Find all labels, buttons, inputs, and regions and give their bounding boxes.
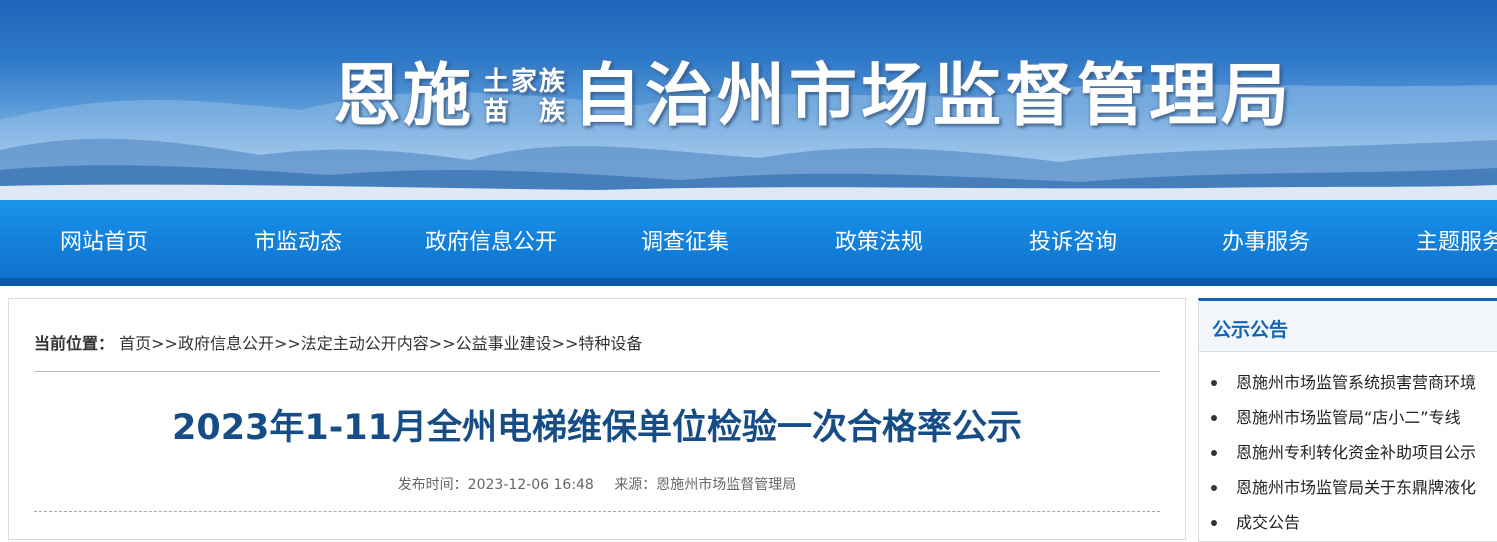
publish-time: 发布时间：2023-12-06 16:48: [397, 477, 594, 493]
breadcrumb-separator: >>: [273, 334, 301, 353]
notice-panel-title[interactable]: 公示公告: [1212, 315, 1288, 342]
site-title: 恩施 土家族 苗 族 自治州市场监督管理局: [333, 52, 1293, 142]
site-title-part2: 自治州市场监督管理局: [573, 57, 1294, 136]
header-banner: 恩施 土家族 苗 族 自治州市场监督管理局: [0, 0, 1497, 200]
breadcrumb-label: 当前位置：: [34, 334, 115, 353]
nav-item-home[interactable]: 网站首页: [60, 228, 148, 258]
nav-item-complaint[interactable]: 投诉咨询: [1029, 228, 1117, 258]
bullet-icon: [1211, 415, 1217, 421]
nav-item-gov-info[interactable]: 政府信息公开: [425, 228, 557, 258]
nav-item-services[interactable]: 办事服务: [1222, 228, 1310, 258]
article-source: 来源：恩施州市场监督管理局: [614, 477, 797, 493]
notice-panel: 公示公告 恩施州市场监管系统损害营商环境 恩施州市场监管局“店小二”专线 恩施州…: [1198, 298, 1497, 542]
bullet-icon: [1211, 450, 1217, 456]
notice-list-item[interactable]: 恩施州市场监管局“店小二”专线: [1199, 400, 1476, 435]
breadcrumb: 当前位置： 首页>>政府信息公开>>法定主动公开内容>>公益事业建设>>特种设备: [34, 330, 642, 354]
breadcrumb-separator: >>: [151, 334, 178, 353]
notice-item-text: 恩施州市场监管局关于东鼎牌液化: [1236, 478, 1477, 497]
main-nav: 网站首页 市监动态 政府信息公开 调查征集 政策法规 投诉咨询 办事服务 主题服…: [0, 200, 1497, 286]
notice-list: 恩施州市场监管系统损害营商环境 恩施州市场监管局“店小二”专线 恩施州专利转化资…: [1199, 365, 1476, 540]
bullet-icon: [1211, 380, 1217, 386]
breadcrumb-gov-info[interactable]: 政府信息公开: [178, 334, 274, 353]
site-title-ethnic-label: 土家族 苗 族: [483, 67, 567, 127]
meta-divider: [34, 511, 1160, 512]
breadcrumb-special-equipment[interactable]: 特种设备: [578, 334, 642, 353]
breadcrumb-statutory[interactable]: 法定主动公开内容: [301, 334, 429, 353]
notice-item-text: 成交公告: [1236, 513, 1301, 532]
article-title: 2023年1-11月全州电梯维保单位检验一次合格率公示: [172, 408, 1022, 448]
site-title-small-line2-b: 族: [539, 97, 568, 127]
notice-list-item[interactable]: 恩施州市场监管局关于东鼎牌液化: [1199, 470, 1476, 505]
article-meta: 发布时间：2023-12-06 16:48 来源：恩施州市场监督管理局: [9, 474, 1185, 494]
breadcrumb-divider: [34, 371, 1160, 372]
notice-list-item[interactable]: 成交公告: [1199, 505, 1476, 540]
notice-list-item[interactable]: 恩施州专利转化资金补助项目公示: [1199, 435, 1476, 470]
breadcrumb-public-welfare[interactable]: 公益事业建设: [456, 334, 552, 353]
breadcrumb-separator: >>: [551, 334, 579, 353]
nav-item-survey[interactable]: 调查征集: [641, 228, 729, 258]
site-title-part1: 恩施: [333, 57, 474, 136]
article-panel: 当前位置： 首页>>政府信息公开>>法定主动公开内容>>公益事业建设>>特种设备…: [8, 298, 1186, 540]
nav-bottom-bar: [0, 278, 1497, 286]
site-title-small-line2: 苗 族: [483, 97, 567, 127]
breadcrumb-home[interactable]: 首页: [119, 334, 151, 353]
nav-item-topic-services[interactable]: 主题服务: [1416, 228, 1497, 258]
bullet-icon: [1211, 485, 1217, 491]
notice-item-text: 恩施州专利转化资金补助项目公示: [1236, 443, 1477, 462]
notice-item-text: 恩施州市场监管系统损害营商环境: [1236, 373, 1477, 392]
nav-item-news[interactable]: 市监动态: [254, 228, 342, 258]
nav-item-policy[interactable]: 政策法规: [835, 228, 923, 258]
site-title-small-line1: 土家族: [483, 67, 568, 97]
notice-panel-header: 公示公告: [1199, 301, 1497, 352]
bullet-icon: [1211, 520, 1217, 526]
site-title-small-line2-a: 苗: [483, 97, 512, 127]
notice-list-item[interactable]: 恩施州市场监管系统损害营商环境: [1199, 365, 1476, 400]
breadcrumb-separator: >>: [428, 334, 456, 353]
notice-item-text: 恩施州市场监管局“店小二”专线: [1236, 408, 1461, 427]
